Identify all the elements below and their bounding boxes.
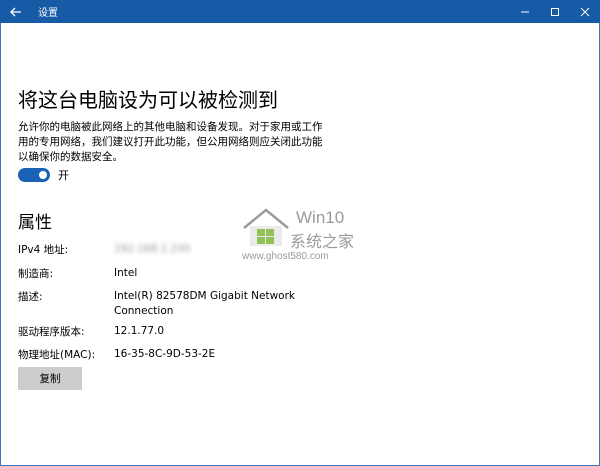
back-button[interactable]	[0, 0, 32, 23]
maximize-button[interactable]	[540, 0, 570, 23]
window-controls	[510, 0, 600, 23]
ipv4-label: IPv4 地址:	[18, 244, 69, 256]
manufacturer-value: Intel	[114, 267, 138, 279]
house-logo-icon	[243, 208, 289, 246]
discoverable-toggle-row: 开	[18, 167, 69, 183]
title-bar: 设置	[0, 0, 600, 23]
toggle-state-label: 开	[58, 169, 69, 182]
mac-address-value: 16-35-8C-9D-53-2E	[114, 348, 216, 360]
close-button[interactable]	[570, 0, 600, 23]
description-line: 允许你的电脑被此网络上的其他电脑和设备发现。对于家用或工作	[18, 121, 323, 133]
minimize-icon	[521, 11, 529, 12]
maximize-icon	[551, 7, 559, 16]
description-line: 用的专用网络，我们建议打开此功能，但公用网络则应关闭此功能	[18, 136, 323, 148]
mac-address-label: 物理地址(MAC):	[18, 349, 96, 361]
description-label: 描述:	[18, 291, 43, 303]
driver-version-label: 驱动程序版本:	[18, 326, 85, 338]
description-value: Intel(R) 82578DM Gigabit Network Connect…	[114, 290, 295, 317]
watermark-url: www.ghost580.com	[242, 251, 329, 262]
watermark-subtitle: 系统之家	[290, 232, 355, 251]
minimize-button[interactable]	[510, 0, 540, 23]
discoverable-toggle[interactable]	[18, 168, 50, 182]
properties-title: 属性	[18, 213, 52, 233]
window-title: 设置	[38, 8, 58, 19]
discoverable-description: 允许你的电脑被此网络上的其他电脑和设备发现。对于家用或工作 用的专用网络，我们建…	[18, 120, 348, 165]
back-arrow-icon	[10, 7, 21, 16]
driver-version-value: 12.1.77.0	[114, 325, 165, 337]
manufacturer-label: 制造商:	[18, 268, 54, 280]
close-icon	[580, 7, 590, 16]
watermark: Win10 系统之家 www.ghost580.com	[240, 206, 370, 266]
description-line: 以确保你的数据安全。	[18, 151, 123, 163]
watermark-title: Win10	[296, 208, 345, 227]
toggle-knob	[39, 171, 47, 179]
copy-button[interactable]: 复制	[18, 367, 82, 390]
page-heading: 将这台电脑设为可以被检测到	[18, 88, 278, 112]
